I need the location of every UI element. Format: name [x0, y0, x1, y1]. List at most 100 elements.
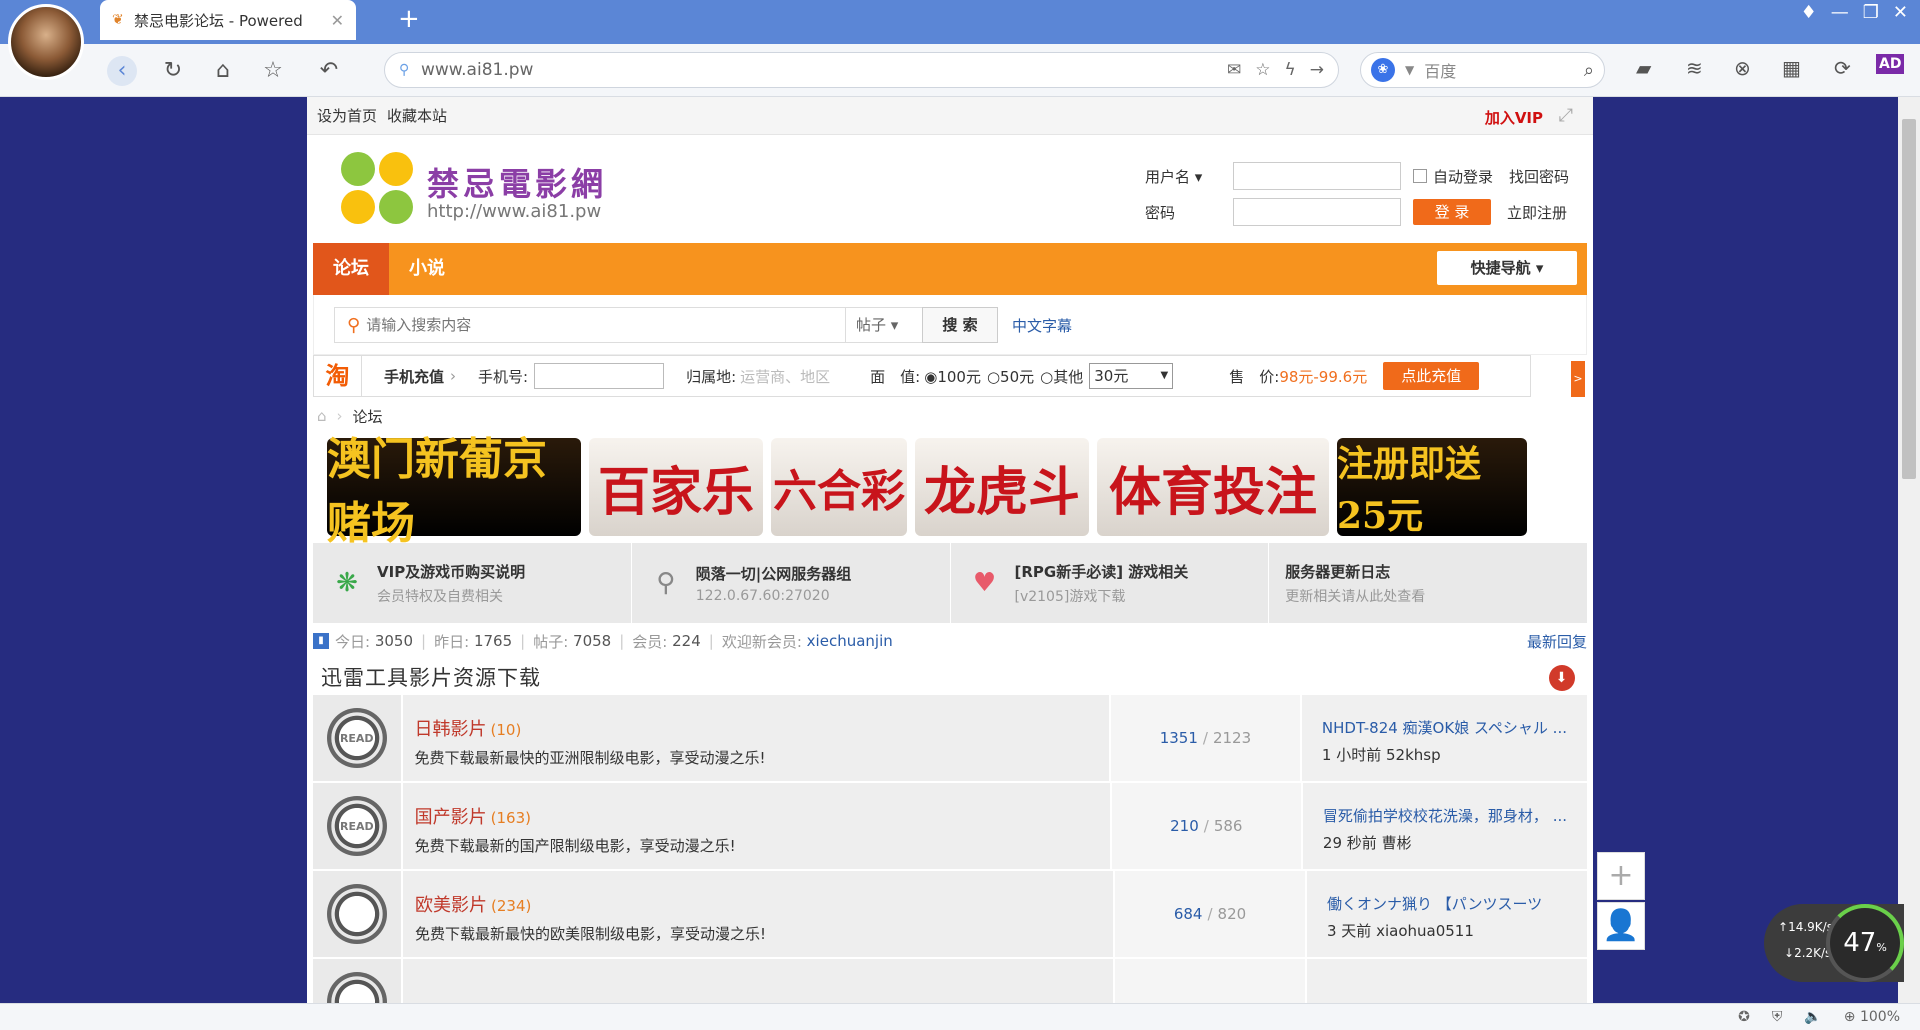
- recharge-button[interactable]: 点此充值: [1383, 362, 1480, 390]
- amount-select[interactable]: 30元 ▼: [1089, 363, 1174, 389]
- home-icon[interactable]: ⌂: [317, 407, 327, 425]
- logo-name[interactable]: 禁忌電影網: [427, 159, 607, 205]
- newest-member-link[interactable]: xiechuanjin: [807, 632, 893, 650]
- apps-icon[interactable]: ▦: [1782, 56, 1801, 80]
- zoom-plus-icon[interactable]: +: [1597, 852, 1645, 900]
- quick-nav-button[interactable]: 快捷导航 ▾: [1437, 251, 1577, 285]
- go-arrow-icon[interactable]: →: [1310, 60, 1324, 80]
- user-avatar[interactable]: [8, 4, 84, 80]
- skin-icon[interactable]: ♦: [1801, 2, 1817, 23]
- user-icon[interactable]: 👤: [1597, 902, 1645, 950]
- back-icon[interactable]: ‹: [107, 56, 137, 86]
- lightning-icon[interactable]: ϟ: [1285, 60, 1296, 80]
- location-pin-icon: ⚲: [656, 568, 676, 598]
- hot-search-link[interactable]: 中文字幕: [1012, 315, 1072, 336]
- scrollbar[interactable]: [1898, 97, 1920, 1003]
- browser-tab[interactable]: ❦ 禁忌电影论坛 - Powered ✕: [100, 0, 356, 40]
- forum-row[interactable]: [313, 959, 1587, 1003]
- download-icon[interactable]: ⊗: [1734, 56, 1751, 80]
- category-title[interactable]: 迅雷工具影片资源下载: [321, 662, 541, 692]
- banner-sports[interactable]: 体育投注: [1097, 438, 1329, 536]
- forum-name-link[interactable]: 日韩影片: [415, 719, 487, 740]
- set-home-link[interactable]: 设为首页: [317, 105, 377, 126]
- last-post-link[interactable]: 冒死偷拍学校校花洗澡，那身材， ...: [1323, 805, 1567, 826]
- search-type-select[interactable]: 帖子 ▾: [845, 308, 923, 342]
- last-post-user[interactable]: 曹彬: [1382, 834, 1412, 852]
- forum-name-link[interactable]: 欧美影片: [415, 895, 487, 916]
- info-server[interactable]: ⚲ 陨落一切|公网服务器组 122.0.67.60:27020: [632, 543, 951, 623]
- search-icon[interactable]: ⌕: [1584, 60, 1594, 81]
- percent-sign: %: [1876, 941, 1887, 954]
- address-bar[interactable]: ⚲ www.ai81.pw ✉ ☆ ϟ →: [384, 52, 1339, 88]
- minimize-icon[interactable]: —: [1831, 2, 1849, 23]
- info-sub: 122.0.67.60:27020: [695, 587, 830, 604]
- info-vip[interactable]: ❋ VIP及游戏币购买说明 会员特权及自费相关: [313, 543, 632, 623]
- refresh-icon[interactable]: ↻: [158, 56, 188, 86]
- banner-register-bonus[interactable]: 注册即送25元: [1337, 438, 1527, 537]
- security-icon[interactable]: ⛨: [1772, 1009, 1783, 1025]
- password-input[interactable]: [1233, 198, 1401, 226]
- undo-icon[interactable]: ↶: [314, 56, 344, 86]
- speed-widget[interactable]: ↑14.9K/s ↓2.2K/s 47%: [1764, 904, 1904, 982]
- restore-icon[interactable]: ❐: [1863, 2, 1879, 23]
- banner-casino[interactable]: 澳门新葡京赌场: [327, 434, 581, 549]
- recharge-title[interactable]: 手机充值: [384, 366, 444, 387]
- fullscreen-icon[interactable]: ⤢: [1559, 105, 1573, 126]
- forum-name-link[interactable]: 国产影片: [415, 807, 487, 828]
- home-icon[interactable]: ⌂: [208, 56, 238, 86]
- sync-icon[interactable]: ⟳: [1834, 56, 1851, 80]
- search-engine-text[interactable]: 百度: [1424, 58, 1584, 82]
- banner-lottery[interactable]: 六合彩: [771, 438, 907, 536]
- radio-100[interactable]: ◉100元: [924, 366, 981, 387]
- site-search-input[interactable]: [366, 310, 845, 340]
- zoom-icon[interactable]: ⊕ 100%: [1844, 1009, 1900, 1025]
- nav-novel[interactable]: 小说: [389, 243, 465, 295]
- banner-baccarat[interactable]: 百家乐: [589, 438, 763, 536]
- close-window-icon[interactable]: ✕: [1893, 2, 1908, 23]
- latest-replies-link[interactable]: 最新回复: [1527, 631, 1587, 652]
- chat-icon[interactable]: ▰: [1636, 56, 1651, 80]
- auto-login-checkbox[interactable]: [1413, 169, 1427, 183]
- new-tab-icon[interactable]: +: [398, 4, 420, 34]
- register-link[interactable]: 立即注册: [1507, 202, 1567, 223]
- forum-seal-icon: [327, 884, 387, 944]
- forum-row[interactable]: READ 日韩影片 (10) 免费下载最新最快的亚洲限制级电影，享受动漫之乐! 13…: [313, 695, 1587, 783]
- login-button[interactable]: 登 录: [1413, 199, 1491, 225]
- last-post-user[interactable]: 52khsp: [1386, 746, 1441, 764]
- wifi-icon[interactable]: ≋: [1686, 56, 1703, 80]
- bookmark-link[interactable]: 收藏本站: [387, 105, 447, 126]
- collapse-icon[interactable]: ⬇: [1549, 665, 1575, 691]
- username-input[interactable]: [1233, 162, 1401, 190]
- auto-login-label[interactable]: 自动登录: [1433, 166, 1493, 187]
- nav-forum[interactable]: 论坛: [313, 243, 389, 295]
- username-label[interactable]: 用户名 ▾: [1145, 166, 1233, 187]
- shield-star-icon[interactable]: ✪: [1738, 1009, 1750, 1025]
- phone-input[interactable]: [534, 363, 665, 389]
- chevron-down-icon[interactable]: ▼: [1405, 63, 1414, 77]
- join-vip-link[interactable]: 加入VIP: [1485, 107, 1543, 128]
- bookmark-star-icon[interactable]: ☆: [1255, 60, 1270, 80]
- adblock-icon[interactable]: AD: [1876, 54, 1905, 74]
- favorite-icon[interactable]: ☆: [258, 56, 288, 86]
- find-password-link[interactable]: 找回密码: [1509, 166, 1569, 187]
- radio-other[interactable]: ○其他: [1040, 366, 1083, 387]
- browser-search[interactable]: ❀ ▼ 百度 ⌕: [1360, 52, 1605, 88]
- last-post-link[interactable]: 働くオンナ猟り 【パンツスーツ: [1327, 893, 1567, 914]
- forum-row[interactable]: READ 国产影片 (163) 免费下载最新的国产限制级电影，享受动漫之乐! 210…: [313, 783, 1587, 871]
- info-changelog[interactable]: 服务器更新日志 更新相关请从此处查看: [1269, 543, 1587, 623]
- volume-icon[interactable]: 🔈: [1804, 1009, 1821, 1025]
- close-tab-icon[interactable]: ✕: [331, 11, 344, 30]
- logo-icon[interactable]: [341, 152, 415, 226]
- last-post-link[interactable]: NHDT-824 痴漢OK娘 スペシャル ...: [1322, 717, 1567, 738]
- info-rpg[interactable]: ♥ [RPG新手必读] 游戏相关 [v2105]游戏下载: [951, 543, 1270, 623]
- url-text[interactable]: www.ai81.pw: [421, 60, 1213, 80]
- banner-dragon-tiger[interactable]: 龙虎斗: [915, 438, 1089, 536]
- mail-icon[interactable]: ✉: [1227, 60, 1241, 80]
- last-post-user[interactable]: xiaohua0511: [1376, 922, 1474, 940]
- ad-banner[interactable]: 澳门新葡京赌场 百家乐 六合彩 龙虎斗 体育投注 注册即送25元: [313, 434, 1587, 549]
- radio-50[interactable]: ○50元: [987, 366, 1034, 387]
- scrollbar-thumb[interactable]: [1902, 119, 1916, 479]
- search-button[interactable]: 搜 索: [922, 307, 998, 343]
- forum-row[interactable]: 欧美影片 (234) 免费下载最新最快的欧美限制级电影，享受动漫之乐! 684/82…: [313, 871, 1587, 959]
- recharge-arrow-icon[interactable]: >: [1571, 361, 1585, 397]
